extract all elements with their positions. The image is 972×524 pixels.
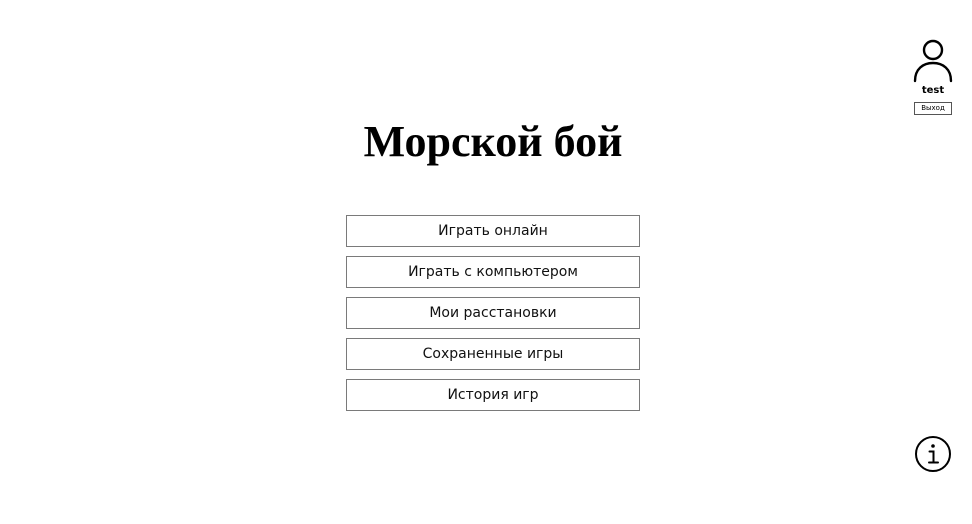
info-button[interactable] [914, 435, 952, 473]
user-panel: test Выход [912, 38, 954, 115]
saved-games-button[interactable]: Сохраненные игры [346, 338, 640, 370]
main-menu: Играть онлайн Играть с компьютером Мои р… [346, 215, 640, 420]
play-online-button[interactable]: Играть онлайн [346, 215, 640, 247]
username-label: test [921, 85, 945, 96]
my-placements-button[interactable]: Мои расстановки [346, 297, 640, 329]
main-menu-page: Морской бой Играть онлайн Играть с компь… [0, 0, 972, 524]
game-history-button[interactable]: История игр [346, 379, 640, 411]
play-vs-computer-button[interactable]: Играть с компьютером [346, 256, 640, 288]
user-icon [912, 38, 954, 84]
logout-button[interactable]: Выход [914, 102, 952, 115]
page-title: Морской бой [363, 117, 623, 166]
info-icon [914, 436, 952, 476]
